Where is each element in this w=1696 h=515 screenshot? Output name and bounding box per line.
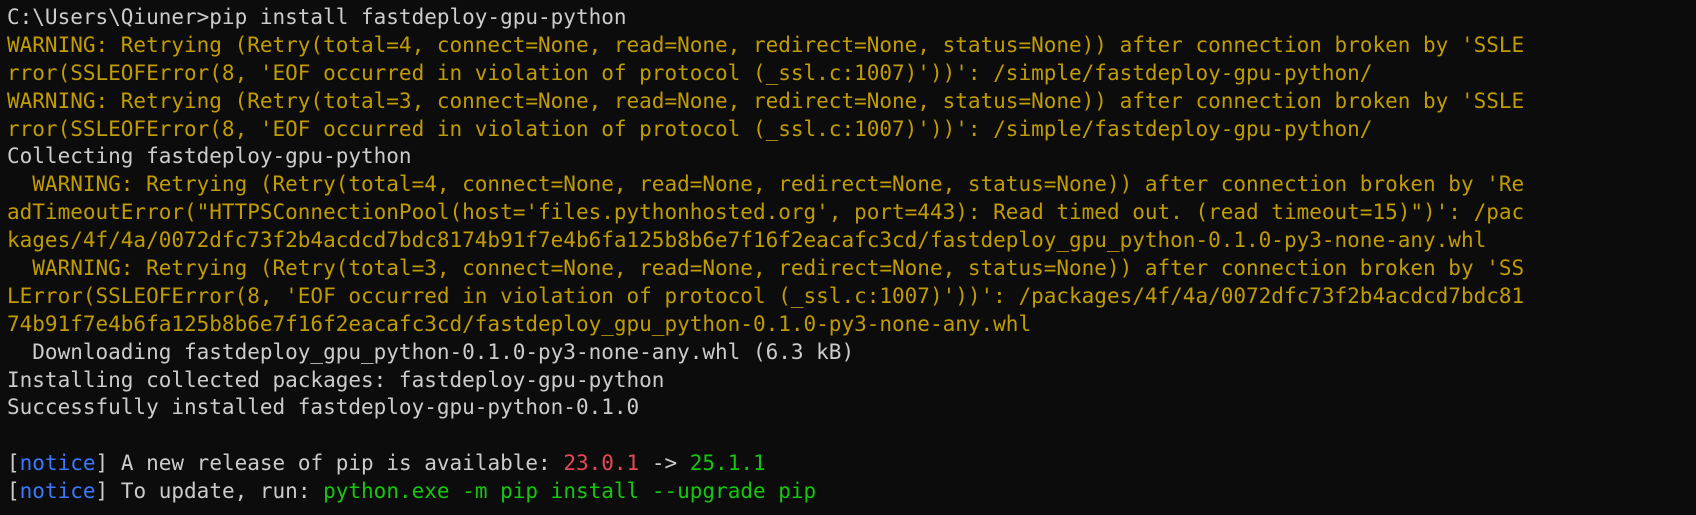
collecting-line: Collecting fastdeploy-gpu-python	[7, 144, 412, 169]
terminal-window[interactable]: C:\Users\Qiuner>pip install fastdeploy-g…	[0, 0, 1696, 515]
warning-line: LError(SSLEOFError(8, 'EOF occurred in v…	[7, 283, 1525, 308]
notice-label: notice	[19, 479, 96, 504]
version-arrow: ->	[639, 451, 690, 476]
notice-label: notice	[19, 451, 96, 476]
notice-text: A new release of pip is available:	[108, 451, 564, 476]
downloading-line: Downloading fastdeploy_gpu_python-0.1.0-…	[7, 339, 855, 364]
new-version: 25.1.1	[689, 451, 766, 476]
warning-line: WARNING: Retrying (Retry(total=3, connec…	[7, 256, 1525, 281]
notice-bracket-open: [	[7, 479, 20, 504]
notice-bracket-open: [	[7, 451, 20, 476]
notice-text: To update, run:	[108, 479, 324, 504]
prompt-line: C:\Users\Qiuner>pip install fastdeploy-g…	[7, 5, 627, 29]
notice-bracket-close: ]	[95, 451, 109, 476]
warning-line: WARNING: Retrying (Retry(total=3, connec…	[7, 88, 1525, 113]
upgrade-command: python.exe -m pip install --upgrade pip	[323, 479, 817, 504]
notice-line-release: [notice] A new release of pip is availab…	[7, 450, 1696, 478]
success-line: Successfully installed fastdeploy-gpu-py…	[7, 395, 640, 420]
installing-line: Installing collected packages: fastdeplo…	[7, 367, 665, 392]
notice-line-update: [notice] To update, run: python.exe -m p…	[7, 478, 1696, 506]
warning-line: rror(SSLEOFError(8, 'EOF occurred in vio…	[7, 116, 1373, 141]
warning-line: adTimeoutError("HTTPSConnectionPool(host…	[7, 200, 1525, 225]
warning-line: WARNING: Retrying (Retry(total=4, connec…	[7, 32, 1525, 57]
notice-bracket-close: ]	[95, 479, 109, 504]
old-version: 23.0.1	[563, 451, 640, 476]
warning-line: WARNING: Retrying (Retry(total=4, connec…	[7, 172, 1525, 197]
warning-line: kages/4f/4a/0072dfc73f2b4acdcd7bdc8174b9…	[7, 228, 1487, 253]
warning-line: 74b91f7e4b6fa125b8b6e7f16f2eacafc3cd/fas…	[7, 311, 1032, 336]
warning-line: rror(SSLEOFError(8, 'EOF occurred in vio…	[7, 60, 1373, 85]
